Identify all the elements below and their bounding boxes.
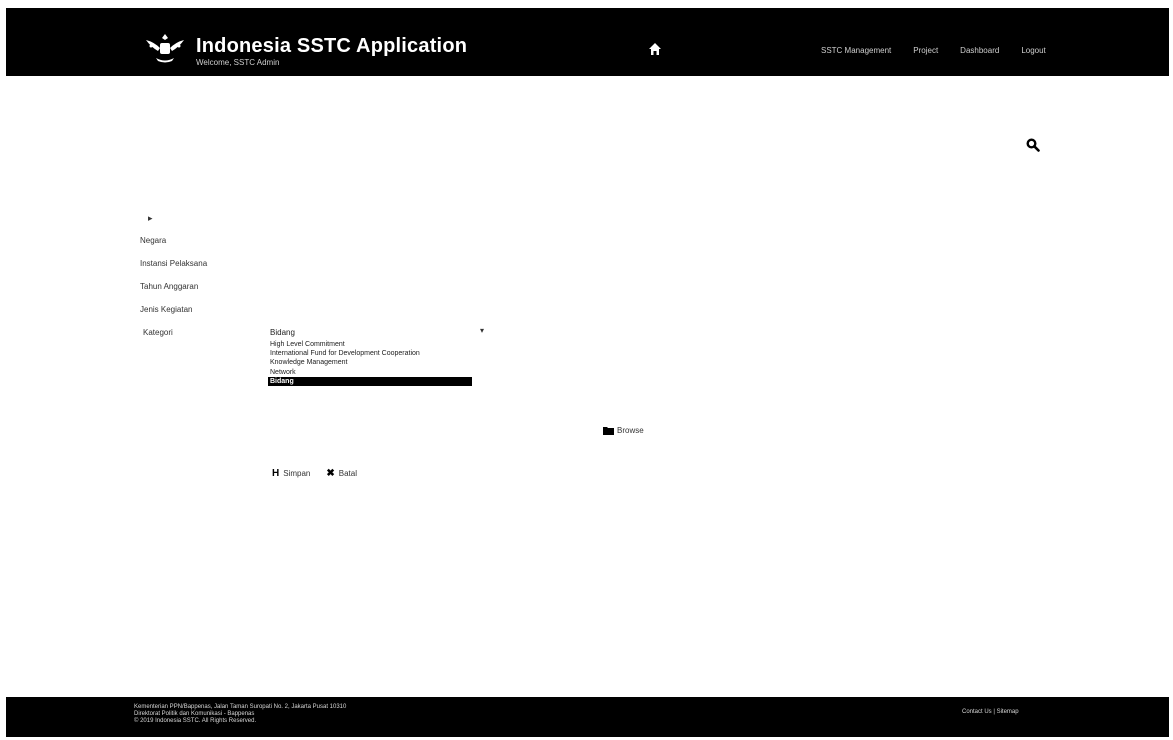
chevron-down-icon[interactable]: ▾: [480, 326, 484, 335]
app-title: Indonesia SSTC Application: [196, 35, 468, 57]
dropdown-option[interactable]: High Level Commitment: [268, 340, 472, 349]
footer-line: Kementerian PPN/Bappenas, Jalan Taman Su…: [134, 704, 347, 710]
cancel-button[interactable]: ✖ Batal: [326, 468, 357, 479]
dropdown-option-selected[interactable]: Bidang: [268, 376, 472, 386]
nav-project[interactable]: Project: [913, 46, 938, 55]
nav-sstc-management[interactable]: SSTC Management: [821, 46, 891, 55]
top-bar: Indonesia SSTC Application Welcome, SSTC…: [6, 8, 1169, 76]
sidebar-item-tahun[interactable]: Tahun Anggaran: [140, 282, 198, 291]
garuda-emblem-icon: [146, 34, 184, 63]
dropdown-option[interactable]: International Fund for Development Coope…: [268, 349, 472, 358]
save-label: Simpan: [283, 469, 311, 478]
form-actions: H Simpan ✖ Batal: [272, 468, 357, 479]
sidebar-expand-icon[interactable]: ▸: [148, 213, 153, 224]
save-icon: H: [272, 468, 280, 479]
nav-logout[interactable]: Logout: [1021, 46, 1045, 55]
footer-line: Direktorat Politik dan Komunikasi - Bapp…: [134, 711, 255, 717]
sidebar-item-jenis[interactable]: Jenis Kegiatan: [140, 305, 192, 314]
home-icon[interactable]: [648, 42, 662, 56]
footer-line: © 2019 Indonesia SSTC. All Rights Reserv…: [134, 718, 257, 724]
nav-dashboard[interactable]: Dashboard: [960, 46, 999, 55]
cancel-label: Batal: [338, 469, 357, 478]
footer: Kementerian PPN/Bappenas, Jalan Taman Su…: [6, 697, 1169, 737]
search-icon[interactable]: [1026, 138, 1040, 152]
footer-links[interactable]: Contact Us | Sitemap: [962, 709, 1019, 715]
category-label: Kategori: [143, 328, 173, 337]
sidebar-item-instansi[interactable]: Instansi Pelaksana: [140, 259, 207, 268]
category-dropdown-list: High Level Commitment International Fund…: [268, 340, 472, 386]
dropdown-option[interactable]: Network: [268, 368, 472, 377]
close-icon: ✖: [326, 468, 335, 479]
sidebar-item-negara[interactable]: Negara: [140, 236, 166, 245]
folder-icon: [603, 427, 614, 435]
dropdown-option[interactable]: Knowledge Management: [268, 358, 472, 367]
browse-label: Browse: [617, 426, 644, 435]
save-button[interactable]: H Simpan: [272, 468, 310, 479]
footer-text: Kementerian PPN/Bappenas, Jalan Taman Su…: [134, 704, 346, 725]
top-nav: SSTC Management Project Dashboard Logout: [821, 46, 1046, 55]
category-select[interactable]: Bidang: [270, 328, 295, 337]
browse-button[interactable]: Browse: [603, 426, 644, 435]
app-subtitle: Welcome, SSTC Admin: [196, 58, 280, 67]
